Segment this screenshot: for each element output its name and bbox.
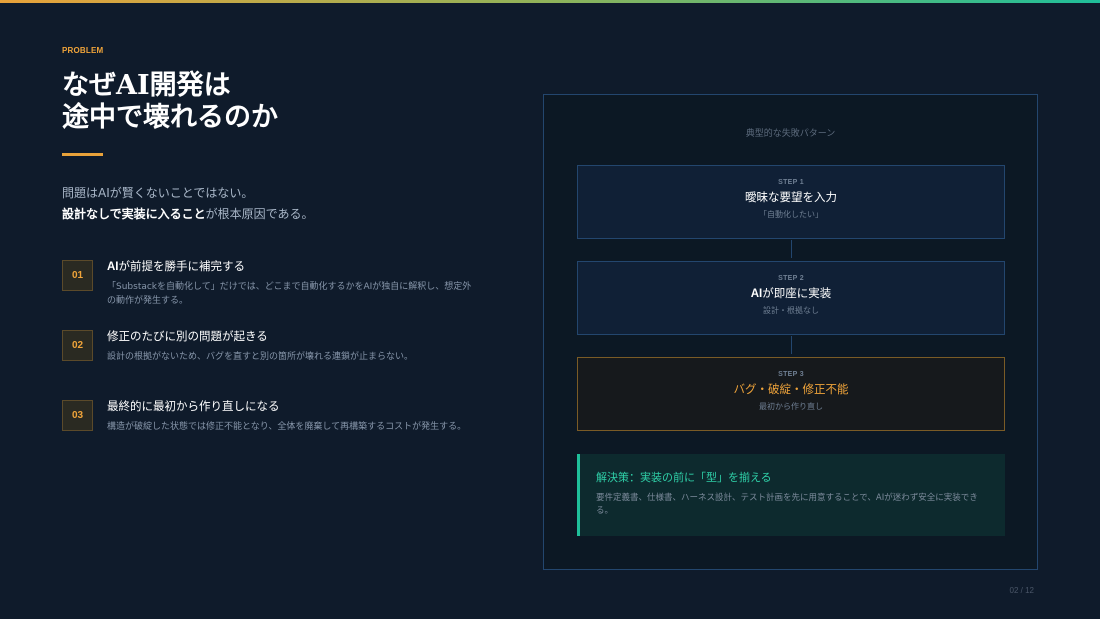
item-title-rest: 最終的に最初から作り直しになる — [107, 399, 280, 413]
item-title-strong: AI — [107, 261, 119, 273]
item-title-rest: が前提を勝手に補完する — [118, 259, 246, 273]
step-title-rest: バグ・破綻・修正不能 — [733, 382, 849, 396]
step-connector — [791, 336, 792, 354]
top-accent-bar — [0, 0, 1100, 3]
solution-callout: 解決策：実装の前に「型」を揃える 要件定義書、仕様書、ハーネス設計、テスト計画を… — [577, 454, 1005, 536]
step-title: AIが即座に実装 — [578, 285, 1004, 301]
slide-title-line-2: 途中で壊れるのか — [62, 102, 278, 133]
lead-rest: が根本原因である。 — [205, 207, 314, 221]
item-description: 構造が破綻した状態では修正不能となり、全体を廃棄して再構築するコストが発生する。 — [107, 422, 467, 432]
step-title-rest: が即座に実装 — [762, 286, 832, 300]
panel-caption: 典型的な失敗パターン — [745, 129, 836, 139]
lead-line-2: 設計なしで実装に入ることが根本原因である。 — [62, 204, 502, 225]
lead-text: 問題はAIが賢くないことではない。 設計なしで実装に入ることが根本原因である。 — [62, 183, 502, 225]
failure-pattern-panel: 典型的な失敗パターン STEP 1 曖昧な要望を入力 「自動化したい」 STEP… — [543, 94, 1038, 570]
item-number-badge: 01 — [62, 260, 93, 291]
section-eyebrow: PROBLEM — [62, 46, 104, 55]
step-title: 曖昧な要望を入力 — [578, 189, 1004, 205]
item-description: 設計の根拠がないため、バグを直すと別の箇所が壊れる連鎖が止まらない。 — [107, 352, 414, 362]
step-subtitle: 最初から作り直し — [759, 402, 823, 411]
step-label: STEP 3 — [778, 371, 804, 378]
page-indicator: 02 / 12 — [1009, 586, 1034, 595]
lead-line-1: 問題はAIが賢くないことではない。 — [62, 186, 254, 200]
step-card-1: STEP 1 曖昧な要望を入力 「自動化したい」 — [577, 165, 1005, 239]
step-title: バグ・破綻・修正不能 — [578, 381, 1004, 397]
item-title: 修正のたびに別の問題が起きる — [107, 328, 487, 345]
item-title: 最終的に最初から作り直しになる — [107, 398, 487, 415]
step-title-strong: AI — [750, 288, 763, 300]
step-card-3: STEP 3 バグ・破綻・修正不能 最初から作り直し — [577, 357, 1005, 431]
slide-title-line-1: なぜAI開発は — [62, 70, 231, 101]
item-number-badge: 02 — [62, 330, 93, 361]
item-title-rest: 修正のたびに別の問題が起きる — [107, 329, 268, 343]
step-subtitle: 「自動化したい」 — [759, 210, 823, 219]
step-card-2: STEP 2 AIが即座に実装 設計・根拠なし — [577, 261, 1005, 335]
solution-title: 解決策：実装の前に「型」を揃える — [596, 471, 772, 484]
step-label: STEP 2 — [778, 275, 804, 282]
item-description: 「Substackを自動化して」だけでは、どこまで自動化するかをAIが独自に解釈… — [107, 282, 472, 306]
step-title-rest: 曖昧な要望を入力 — [745, 190, 837, 204]
step-subtitle: 設計・根拠なし — [763, 306, 819, 315]
title-accent-rule — [62, 153, 103, 156]
item-number-badge: 03 — [62, 400, 93, 431]
slide-title: なぜAI開発は 途中で壊れるのか — [62, 70, 482, 134]
lead-strong: 設計なしで実装に入ること — [62, 207, 206, 221]
step-connector — [791, 240, 792, 258]
item-title: AIが前提を勝手に補完する — [107, 258, 487, 275]
solution-description: 要件定義書、仕様書、ハーネス設計、テスト計画を先に用意することで、AIが迷わず安… — [596, 493, 978, 516]
step-label: STEP 1 — [778, 179, 804, 186]
